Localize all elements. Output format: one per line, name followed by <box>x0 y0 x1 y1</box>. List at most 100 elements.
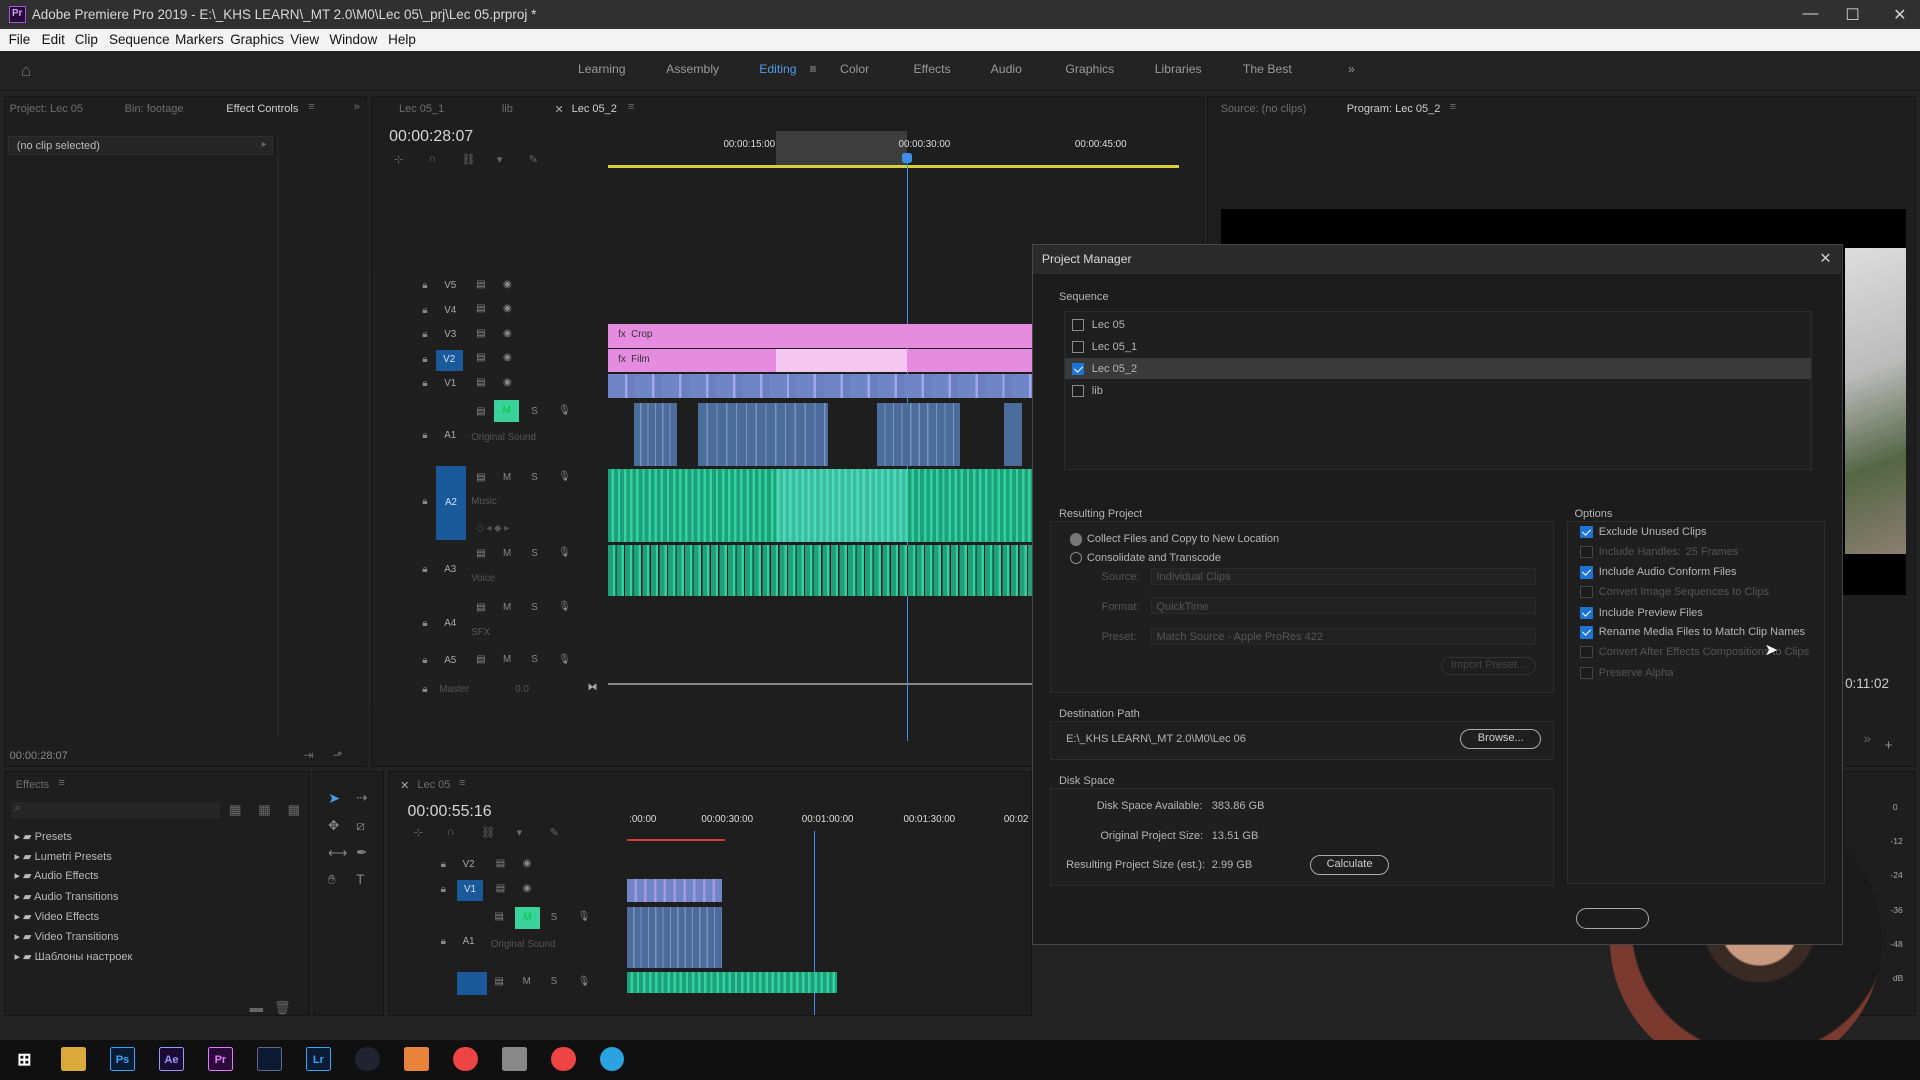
lock-icon[interactable]: 🔒︎ <box>422 430 427 441</box>
mute-button[interactable]: M <box>503 654 511 665</box>
sync-icon[interactable]: ▤ <box>494 976 503 987</box>
import-preset-button[interactable]: Import Preset... <box>1440 657 1537 676</box>
tab-lec05[interactable]: Lec 05 <box>417 779 450 791</box>
eye-icon[interactable]: ◉ <box>523 858 532 869</box>
wrench-icon[interactable]: ✎ <box>550 826 559 839</box>
mute-button[interactable]: M <box>503 472 511 483</box>
pen-tool-icon[interactable]: ✒ <box>356 845 367 861</box>
radio-consolidate[interactable] <box>1069 551 1082 565</box>
checkbox-convert-image-sequences[interactable] <box>1580 586 1593 599</box>
menu-window[interactable]: Window <box>329 32 377 47</box>
workspace-color[interactable]: Color <box>840 62 869 76</box>
panel-menu-icon[interactable]: ≡ <box>308 101 314 113</box>
sync-icon[interactable]: ▤ <box>476 328 485 339</box>
sync-icon[interactable]: ▤ <box>494 911 503 922</box>
maximize-icon[interactable]: ☐ <box>1845 5 1859 25</box>
snap-icon[interactable]: ⊹ <box>394 153 403 166</box>
clip-a1[interactable] <box>634 402 677 467</box>
menu-graphics[interactable]: Graphics <box>230 32 284 47</box>
app-icon[interactable] <box>404 1046 429 1072</box>
solo-button[interactable]: S <box>551 976 558 987</box>
linked-selection-icon[interactable]: ⛓ <box>461 153 475 166</box>
clip-a1[interactable] <box>697 402 828 467</box>
mic-icon[interactable]: 🎙︎ <box>558 547 570 558</box>
track-target-v1[interactable]: V1 <box>456 880 484 901</box>
eye-icon[interactable]: ◉ <box>503 328 512 339</box>
solo-button[interactable]: S <box>551 912 558 923</box>
sync-icon[interactable]: ▤ <box>476 406 485 417</box>
sequence-checkbox[interactable] <box>1072 319 1085 332</box>
lock-icon[interactable]: 🔒︎ <box>422 354 427 365</box>
solo-button[interactable]: S <box>531 472 538 483</box>
tab-project[interactable]: Project: Lec 05 <box>10 103 83 115</box>
panel-menu-icon[interactable]: ≡ <box>628 101 634 113</box>
checkbox-convert-ae[interactable] <box>1580 646 1593 659</box>
sequence-row[interactable]: lib <box>1065 380 1811 401</box>
master-toggle-icon[interactable]: ⧓ <box>588 682 598 693</box>
snap-icon[interactable]: ⊹ <box>414 826 423 839</box>
menu-markers[interactable]: Markers <box>175 32 224 47</box>
mute-button[interactable]: M <box>494 400 519 423</box>
panel-menu-icon[interactable]: ≡ <box>459 777 465 789</box>
clip-v1[interactable] <box>626 878 723 903</box>
checkbox-preserve-alpha[interactable] <box>1580 666 1593 680</box>
mute-button[interactable]: M <box>503 602 511 613</box>
razor-icon[interactable]: ⧄ <box>356 818 365 834</box>
mic-icon[interactable]: 🎙︎ <box>578 911 590 922</box>
chevron-right-icon[interactable]: ▸ <box>262 139 267 150</box>
sync-icon[interactable]: ▤ <box>476 602 485 613</box>
magnet-icon[interactable]: ∩ <box>428 153 436 165</box>
effects-search-input[interactable]: ⌕ <box>10 801 221 818</box>
expand-icon[interactable]: » <box>1863 731 1870 746</box>
linked-selection-icon[interactable]: ⛓ <box>481 826 495 839</box>
windows-start-icon[interactable]: ⊞ <box>12 1047 36 1071</box>
format-select[interactable]: QuickTime <box>1150 597 1537 615</box>
lock-icon[interactable]: 🔒︎ <box>422 684 427 695</box>
mic-icon[interactable]: 🎙︎ <box>558 405 570 416</box>
lock-icon[interactable]: 🔒︎ <box>441 884 446 895</box>
sync-icon[interactable]: ▤ <box>476 548 485 559</box>
sync-icon[interactable]: ▤ <box>476 377 485 388</box>
solo-button[interactable]: S <box>531 602 538 613</box>
tab-effect-controls[interactable]: Effect Controls <box>226 103 298 115</box>
eye-icon[interactable]: ◉ <box>503 352 512 363</box>
sequence-row-selected[interactable]: Lec 05_2 <box>1064 358 1811 380</box>
menu-sequence[interactable]: Sequence <box>109 32 170 47</box>
share-icon[interactable]: ⬏ <box>333 748 343 762</box>
sync-icon[interactable]: ▤ <box>496 883 505 894</box>
playhead-handle[interactable] <box>902 152 912 163</box>
effects-item-lumetri[interactable]: ▸ ▰ Lumetri Presets <box>14 850 111 863</box>
magnet-icon[interactable]: ∩ <box>447 826 455 838</box>
lock-icon[interactable]: 🔒︎ <box>422 655 427 666</box>
checkbox-include-handles[interactable] <box>1580 545 1593 558</box>
time-ruler[interactable]: 00:00:15:00 00:00:30:00 00:00:45:00 <box>608 130 1179 168</box>
photoshop-icon[interactable]: Ps <box>110 1046 135 1072</box>
clip-a1[interactable] <box>1003 402 1023 467</box>
marker-icon[interactable]: ▾ <box>517 826 523 839</box>
lock-icon[interactable]: 🔒︎ <box>422 378 427 389</box>
sequence-checkbox[interactable] <box>1072 363 1085 376</box>
time-ruler-2[interactable]: :00:00 00:00:30:00 00:01:00:00 00:01:30:… <box>626 812 1034 846</box>
sequence-checkbox[interactable] <box>1072 341 1085 354</box>
ok-button[interactable] <box>1575 908 1650 930</box>
eye-icon[interactable]: ◉ <box>503 279 512 290</box>
close-tab-icon[interactable]: ✕ <box>554 103 563 116</box>
sync-icon[interactable]: ▤ <box>476 654 485 665</box>
track-target-a2[interactable] <box>456 972 488 996</box>
clip-crop[interactable]: fx Crop <box>608 324 1035 348</box>
timeline-timecode[interactable]: 00:00:28:07 <box>389 128 473 146</box>
menu-help[interactable]: Help <box>388 32 416 47</box>
clip-a1[interactable] <box>876 402 960 467</box>
master-volume[interactable]: 0.0 <box>515 684 529 695</box>
workspace-assembly[interactable]: Assembly <box>666 62 719 76</box>
workspace-audio[interactable]: Audio <box>991 62 1022 76</box>
handles-frames-value[interactable]: 25 Frames <box>1686 546 1739 558</box>
checkbox-audio-conform[interactable] <box>1580 566 1593 579</box>
close-icon[interactable]: ✕ <box>1893 5 1906 25</box>
lock-icon[interactable]: 🔒︎ <box>441 936 446 947</box>
track-target-v2[interactable]: V2 <box>435 349 463 371</box>
trash-icon[interactable]: 🗑︎ <box>274 1000 291 1016</box>
sync-icon[interactable]: ▤ <box>496 858 505 869</box>
chrome-icon[interactable] <box>551 1046 576 1072</box>
premiere-icon[interactable]: Pr <box>208 1046 233 1072</box>
